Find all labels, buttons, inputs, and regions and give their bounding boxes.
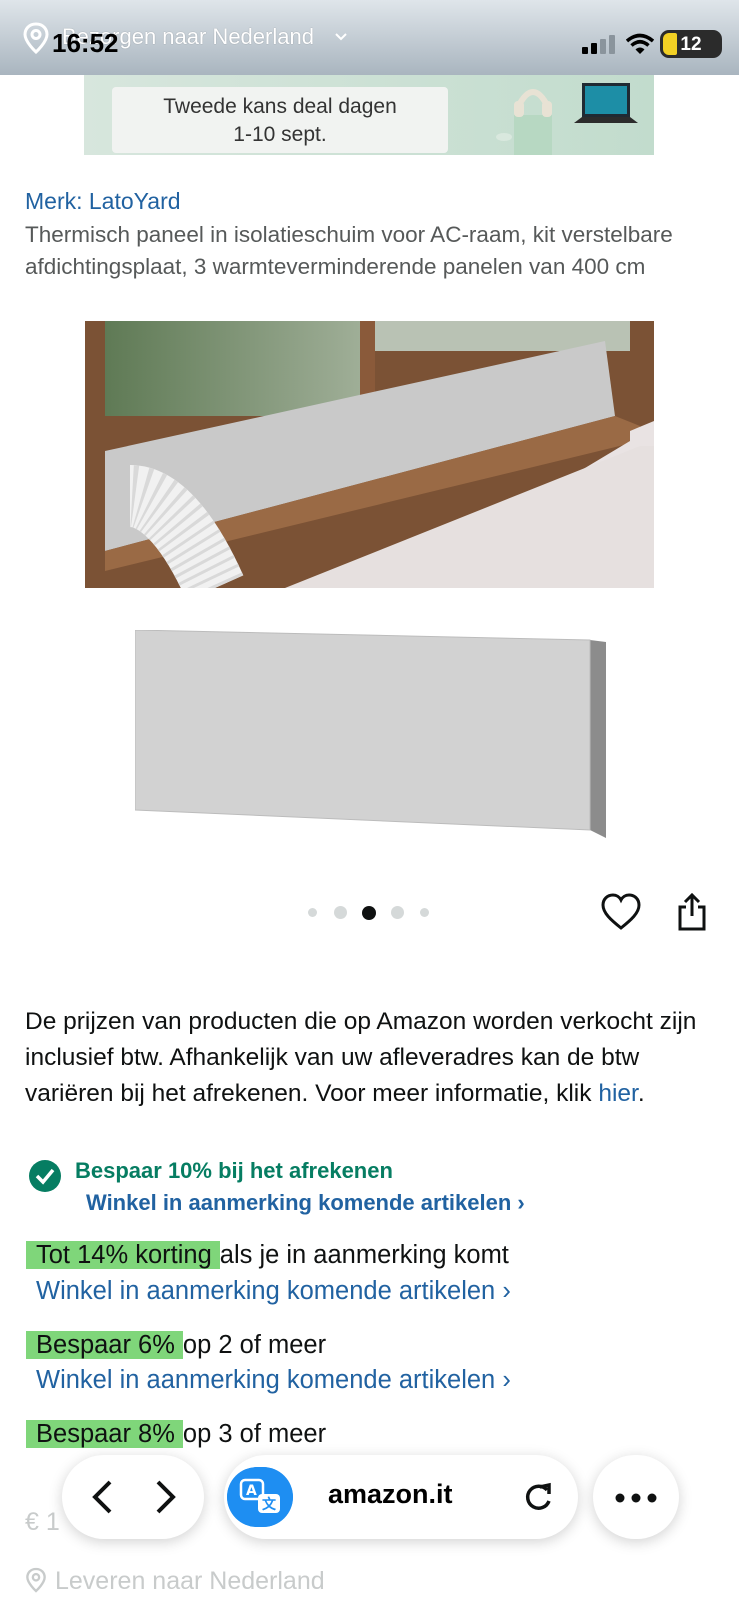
- status-time: 16:52: [52, 28, 119, 58]
- offer-badge: Bespaar 6%: [26, 1331, 183, 1359]
- svg-text:文: 文: [262, 1496, 277, 1513]
- shop-eligible-link[interactable]: Winkel in aanmerking komende artikelen ›: [36, 1277, 511, 1306]
- wifi-icon: [626, 33, 654, 54]
- offer-badge: Bespaar 8%: [26, 1420, 183, 1448]
- battery-level: 12: [680, 34, 702, 55]
- more-dots-icon: [615, 1493, 657, 1503]
- offer-row: Bespaar 6% op 2 of meer: [26, 1331, 326, 1360]
- carousel-dot[interactable]: [308, 908, 317, 917]
- banner-card: Tweede kans deal dagen 1-10 sept.: [112, 87, 448, 153]
- save-10-percent-label: Bespaar 10% bij het afrekenen: [75, 1158, 393, 1183]
- image-carousel-dots[interactable]: [300, 902, 440, 922]
- product-image-window[interactable]: [85, 321, 654, 588]
- deliver-faded[interactable]: Leveren naar Nederland: [25, 1567, 325, 1596]
- reload-icon[interactable]: [519, 1477, 557, 1517]
- vat-end: .: [637, 1080, 645, 1107]
- brand-link[interactable]: Merk: LatoYard: [25, 188, 181, 215]
- banner-line-2: 1-10 sept.: [233, 123, 327, 146]
- shop-eligible-link[interactable]: Winkel in aanmerking komende artikelen ›: [36, 1366, 511, 1395]
- product-image-panel[interactable]: [135, 630, 606, 838]
- checkmark-circle-icon: [29, 1160, 61, 1192]
- forward-arrow-icon[interactable]: [144, 1477, 184, 1517]
- battery-icon: 12: [660, 30, 722, 58]
- url-text[interactable]: amazon.it: [328, 1479, 453, 1510]
- vat-text: De prijzen van producten die op Amazon w…: [25, 1008, 697, 1107]
- translate-icon[interactable]: A 文: [227, 1467, 293, 1527]
- location-pin-icon: [26, 1567, 46, 1593]
- carousel-dot[interactable]: [391, 906, 404, 919]
- offer-text: als je in aanmerking komt: [219, 1241, 509, 1269]
- carousel-dot-active[interactable]: [362, 906, 376, 920]
- offer-text: op 2 of meer: [182, 1331, 327, 1359]
- carousel-dot[interactable]: [420, 908, 429, 917]
- svg-text:A: A: [246, 1483, 257, 1499]
- offer-row: Tot 14% korting als je in aanmerking komt: [26, 1241, 509, 1270]
- deal-banner[interactable]: Tweede kans deal dagen 1-10 sept.: [84, 75, 654, 155]
- banner-line-1: Tweede kans deal dagen: [163, 95, 397, 118]
- shop-eligible-link[interactable]: Winkel in aanmerking komende artikelen ›: [86, 1190, 525, 1216]
- back-arrow-icon[interactable]: [84, 1477, 124, 1517]
- chevron-down-icon: [335, 33, 347, 41]
- vat-info-link[interactable]: hier: [598, 1080, 638, 1107]
- headphones-laptop-image: [496, 83, 638, 155]
- top-bar: Bezorgen naar Nederland 16:52 12: [0, 0, 739, 75]
- share-icon[interactable]: [676, 892, 708, 932]
- cellular-signal-icon: [582, 35, 615, 54]
- location-pin-icon[interactable]: [22, 22, 50, 54]
- heart-icon[interactable]: [601, 893, 641, 931]
- browser-nav-pill: [62, 1455, 204, 1539]
- offer-badge: Tot 14% korting: [26, 1241, 220, 1269]
- address-bar[interactable]: A 文 amazon.it: [224, 1455, 578, 1539]
- product-title: Thermisch paneel in isolatieschuim voor …: [25, 222, 673, 279]
- offer-text: op 3 of meer: [182, 1420, 327, 1448]
- price-faded: € 1: [25, 1508, 60, 1536]
- carousel-dot[interactable]: [334, 906, 347, 919]
- more-options-button[interactable]: [593, 1455, 679, 1539]
- vat-notice: De prijzen van producten die op Amazon w…: [25, 1004, 715, 1112]
- offer-row: Bespaar 8% op 3 of meer: [26, 1420, 326, 1449]
